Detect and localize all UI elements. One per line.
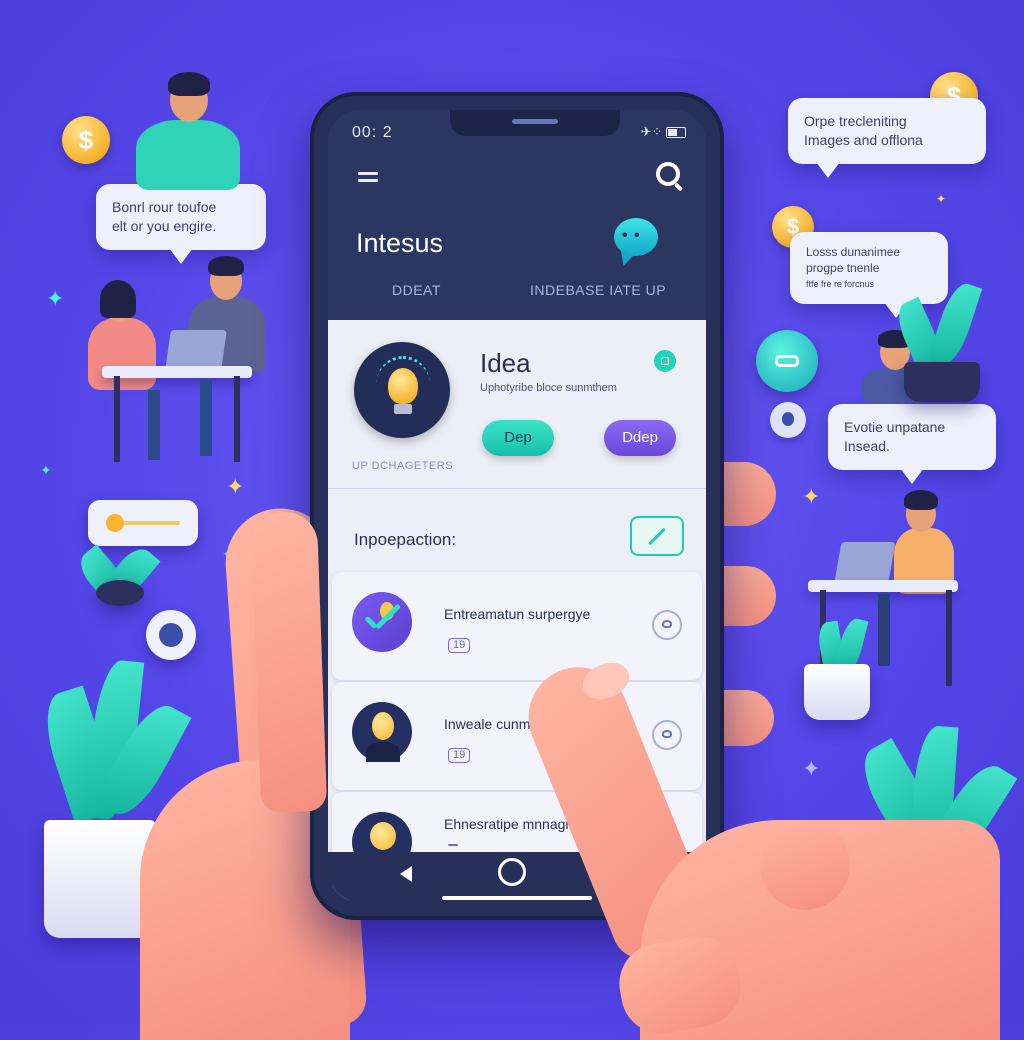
tab-indebase[interactable]: INDEBASE IATE UP <box>530 282 666 298</box>
bubble-line: elt or you engire. <box>112 218 217 234</box>
bubble-line: Bonrl rour toufoe <box>112 199 217 215</box>
tab-ddeat[interactable]: DDEAT <box>392 282 441 298</box>
item-action-icon[interactable] <box>652 720 682 750</box>
sparkle-icon: ✦ <box>40 462 52 478</box>
status-time: 00: 2 <box>352 124 393 141</box>
signal-icon: ✈⁘ <box>640 124 663 139</box>
speech-bubble: Losss dunanimee progpe tnenle ftfe fre r… <box>790 232 948 318</box>
pin-icon <box>770 402 806 438</box>
chat-bubble-icon[interactable] <box>614 218 658 256</box>
divider <box>328 488 706 489</box>
dep-button[interactable]: Dep <box>482 420 554 456</box>
sparkle-icon: ✦ <box>226 474 245 499</box>
list-item-title: Ehnesratipe mnnagrg <box>444 816 578 832</box>
edit-button[interactable] <box>630 516 684 556</box>
bubble-line: Losss dunanimee <box>806 245 901 259</box>
speech-bubble: Orpe trecleniting Images and offlona <box>788 98 986 178</box>
bubble-line: Evotie unpatane <box>844 419 946 435</box>
speech-bubble: Bonrl rour toufoe elt or you engire. <box>96 184 266 264</box>
section-title: Inpoepaction: <box>354 530 457 549</box>
list-item-title: Entreamatun surpergye <box>444 606 591 622</box>
list-item[interactable]: Entreamatun surpergye 19 <box>332 572 702 680</box>
bubble-line: Images and offlona <box>804 132 923 148</box>
back-icon[interactable] <box>400 866 412 882</box>
bulb-icon <box>352 702 412 762</box>
list-item-tag <box>448 844 458 846</box>
toggle-bubble <box>88 500 198 546</box>
sparkle-icon: ✦ <box>802 484 821 509</box>
home-indicator <box>442 896 592 900</box>
idea-title: Idea <box>480 348 531 378</box>
bubble-line: ftfe fre re forcnus <box>806 279 875 289</box>
hamburger-menu-icon[interactable] <box>358 172 378 186</box>
idea-label: UP DCHAGETERS <box>352 460 454 472</box>
bubble-line: Orpe trecleniting <box>804 113 907 129</box>
search-icon[interactable] <box>656 162 680 186</box>
check-icon <box>352 592 412 652</box>
badge-icon <box>146 610 196 660</box>
app-title: Intesus <box>356 228 444 258</box>
sparkle-icon: ✦ <box>46 286 65 311</box>
list-item-tag: 19 <box>448 748 471 763</box>
home-icon[interactable] <box>498 858 526 886</box>
item-action-icon[interactable] <box>652 610 682 640</box>
chat-orb-icon <box>756 330 818 392</box>
ddep-button[interactable]: Ddep <box>604 420 676 456</box>
coin-icon: $ <box>62 116 110 164</box>
light-rays-icon <box>376 356 430 413</box>
list-item-tag: 19 <box>448 638 471 653</box>
sparkle-icon: ✦ <box>802 756 821 781</box>
speech-bubble: Evotie unpatane Insead. <box>828 404 996 484</box>
battery-icon <box>666 127 686 139</box>
idea-subtitle: Uphotyribe bloce sunmthem <box>480 382 617 394</box>
bubble-line: progpe tnenle <box>806 261 880 275</box>
phone-notch <box>450 110 620 136</box>
lightbulb-avatar <box>354 342 450 438</box>
sparkle-icon: ✦ <box>936 192 947 206</box>
toggle-knob-icon <box>106 514 124 532</box>
status-indicator-icon <box>654 350 676 372</box>
bubble-line: Insead. <box>844 438 890 454</box>
toggle-track <box>124 521 180 525</box>
status-icons: ✈⁘ <box>641 124 686 140</box>
